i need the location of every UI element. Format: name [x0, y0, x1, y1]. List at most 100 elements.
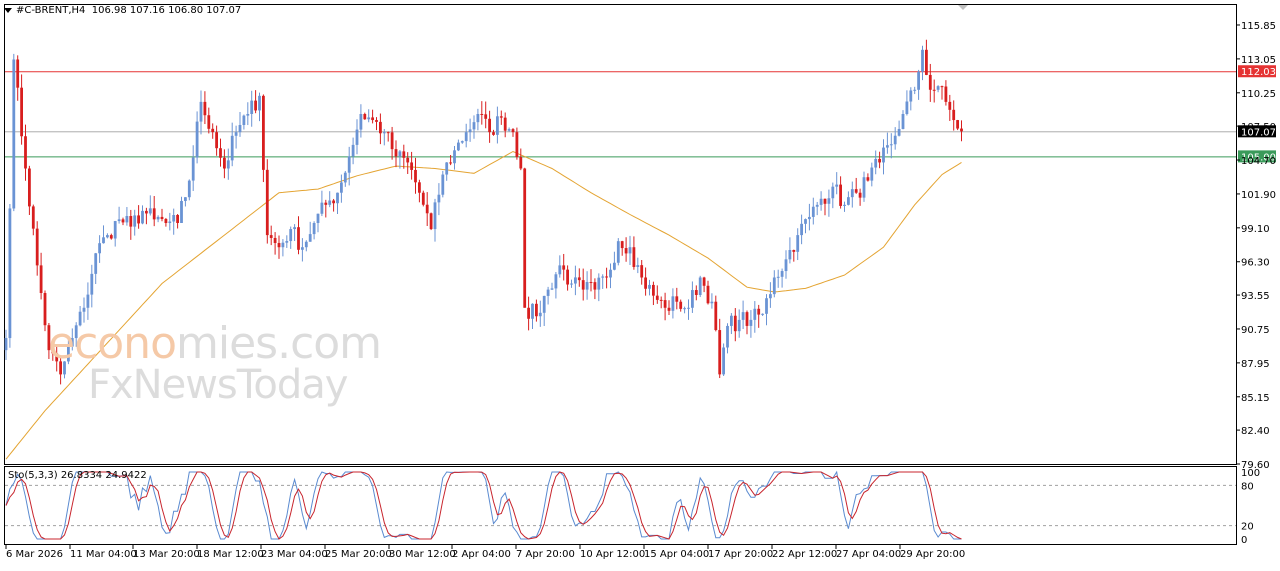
x-tick-label: 30 Mar 12:00 — [389, 549, 456, 560]
candle-body — [538, 312, 542, 317]
candle-body — [180, 200, 183, 223]
candle-body — [936, 86, 940, 90]
candle-body — [90, 273, 94, 295]
candle-body — [234, 132, 238, 136]
candle-body — [714, 301, 718, 331]
candle-body — [297, 227, 300, 250]
candle-body — [406, 157, 410, 163]
candle-body — [597, 277, 601, 290]
candles-layer — [4, 39, 963, 385]
candle-body — [940, 86, 944, 88]
y-tick-label: 101.90 — [1241, 190, 1276, 201]
candle-body — [242, 115, 246, 125]
candle-body — [897, 128, 901, 136]
candle-body — [437, 194, 441, 203]
candle-body — [722, 347, 725, 375]
y-tick-label: 110.25 — [1241, 89, 1276, 100]
candle-body — [628, 247, 632, 254]
candle-body — [425, 204, 429, 214]
candle-body — [858, 192, 862, 198]
candle-body — [952, 109, 956, 121]
candle-body — [28, 168, 31, 207]
candle-body — [199, 101, 203, 122]
stoch-axis-label: 80 — [1241, 481, 1254, 492]
x-tick-label: 10 Apr 12:00 — [580, 549, 645, 560]
candle-body — [659, 299, 663, 301]
candle-body — [336, 192, 339, 204]
moving-average-line — [5, 150, 962, 460]
candle-body — [667, 307, 671, 311]
x-tick-label: 11 Mar 04:00 — [70, 549, 137, 560]
candle-body — [882, 147, 885, 163]
chart-header: #C-BRENT,H4 106.98 107.16 106.80 107.07 — [4, 5, 241, 16]
candle-body — [581, 280, 585, 290]
candle-body — [414, 169, 417, 183]
candle-body — [82, 307, 86, 312]
candle-body — [402, 151, 406, 158]
candle-body — [133, 215, 137, 227]
candle-body — [316, 213, 320, 223]
candle-body — [141, 210, 144, 224]
candle-body — [453, 150, 456, 164]
candle-body — [472, 122, 476, 130]
candle-body — [928, 74, 932, 90]
stoch-axis-label: 20 — [1241, 522, 1254, 533]
candle-body — [503, 117, 507, 131]
candle-body — [176, 215, 179, 223]
candle-body — [866, 177, 870, 181]
candle-body — [893, 135, 897, 145]
candle-body — [718, 330, 722, 375]
candle-body — [710, 301, 714, 304]
candle-body — [831, 186, 835, 199]
candle-body — [948, 101, 952, 110]
ohlc-readout: 106.98 107.16 106.80 107.07 — [91, 5, 242, 16]
candle-body — [808, 216, 811, 220]
x-tick-label: 25 Mar 20:00 — [325, 549, 392, 560]
candle-body — [956, 120, 959, 129]
candle-body — [207, 115, 211, 129]
price-panel-frame — [4, 4, 1237, 465]
candle-body — [609, 269, 612, 278]
candle-body — [145, 210, 148, 214]
candle-body — [457, 142, 460, 151]
candle-body — [566, 269, 569, 285]
candle-body — [944, 86, 948, 102]
candle-body — [558, 265, 562, 275]
candle-body — [874, 158, 878, 168]
candle-body — [815, 204, 819, 207]
candle-body — [328, 200, 332, 205]
candle-body — [117, 219, 121, 222]
candle-body — [304, 241, 308, 248]
candle-body — [164, 218, 168, 223]
candle-body — [671, 296, 675, 311]
dropdown-triangle-icon[interactable] — [4, 7, 12, 13]
candle-body — [86, 294, 90, 308]
candle-body — [98, 243, 101, 254]
candle-body — [492, 132, 495, 135]
candle-body — [796, 235, 800, 252]
candle-body — [765, 298, 768, 314]
candle-body — [960, 128, 963, 132]
candle-body — [886, 145, 889, 148]
candle-body — [784, 259, 788, 272]
candle-body — [20, 87, 23, 137]
x-tick-label: 18 Mar 12:00 — [197, 549, 264, 560]
candle-body — [870, 167, 874, 181]
candle-body — [753, 308, 757, 320]
x-tick-label: 2 Apr 04:00 — [452, 549, 511, 560]
candle-body — [601, 276, 605, 278]
candle-body — [441, 174, 445, 195]
candle-body — [371, 117, 374, 121]
candle-body — [823, 198, 827, 204]
candle-body — [449, 162, 452, 164]
candle-body — [379, 121, 382, 134]
candle-body — [905, 101, 909, 114]
collapse-marker-icon[interactable] — [958, 5, 968, 10]
x-tick-label: 17 Apr 20:00 — [708, 549, 773, 560]
candle-body — [230, 135, 234, 161]
candle-body — [523, 168, 527, 308]
candle-body — [187, 180, 191, 198]
candle-body — [507, 129, 511, 131]
candle-body — [445, 162, 449, 175]
candle-body — [648, 284, 651, 289]
